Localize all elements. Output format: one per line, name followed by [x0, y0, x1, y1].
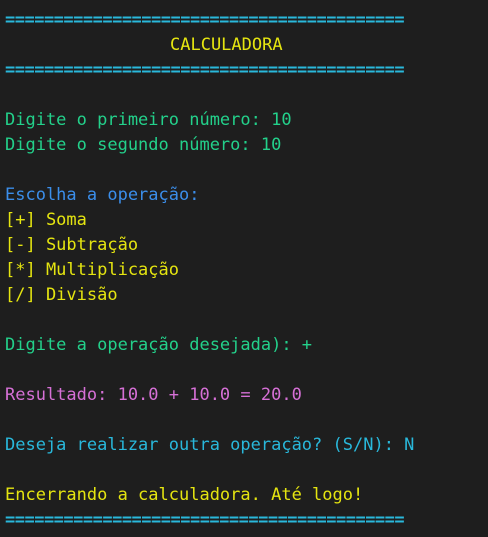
farewell-message: Encerrando a calculadora. Até logo! — [5, 485, 364, 505]
menu-item-multiplicacao: [*] Multiplicação — [5, 260, 179, 280]
continue-prompt: Deseja realizar outra operação? (S/N): N — [5, 435, 415, 455]
bottom-rule: ========================================… — [5, 510, 405, 530]
menu-item-subtracao: [-] Subtração — [5, 235, 139, 255]
first-number-prompt: Digite o primeiro número: 10 — [5, 110, 292, 130]
title-rule: ========================================… — [5, 60, 405, 80]
top-rule: ========================================… — [5, 10, 405, 30]
menu-item-divisao: [/] Divisão — [5, 285, 118, 305]
menu-header: Escolha a operação: — [5, 185, 200, 205]
second-number-prompt: Digite o segundo número: 10 — [5, 135, 282, 155]
menu-item-soma: [+] Soma — [5, 210, 87, 230]
operation-prompt: Digite a operação desejada): + — [5, 335, 313, 355]
terminal-output: ========================================… — [0, 0, 488, 537]
result-line: Resultado: 10.0 + 10.0 = 20.0 — [5, 385, 302, 405]
app-title: CALCULADORA — [170, 35, 283, 55]
